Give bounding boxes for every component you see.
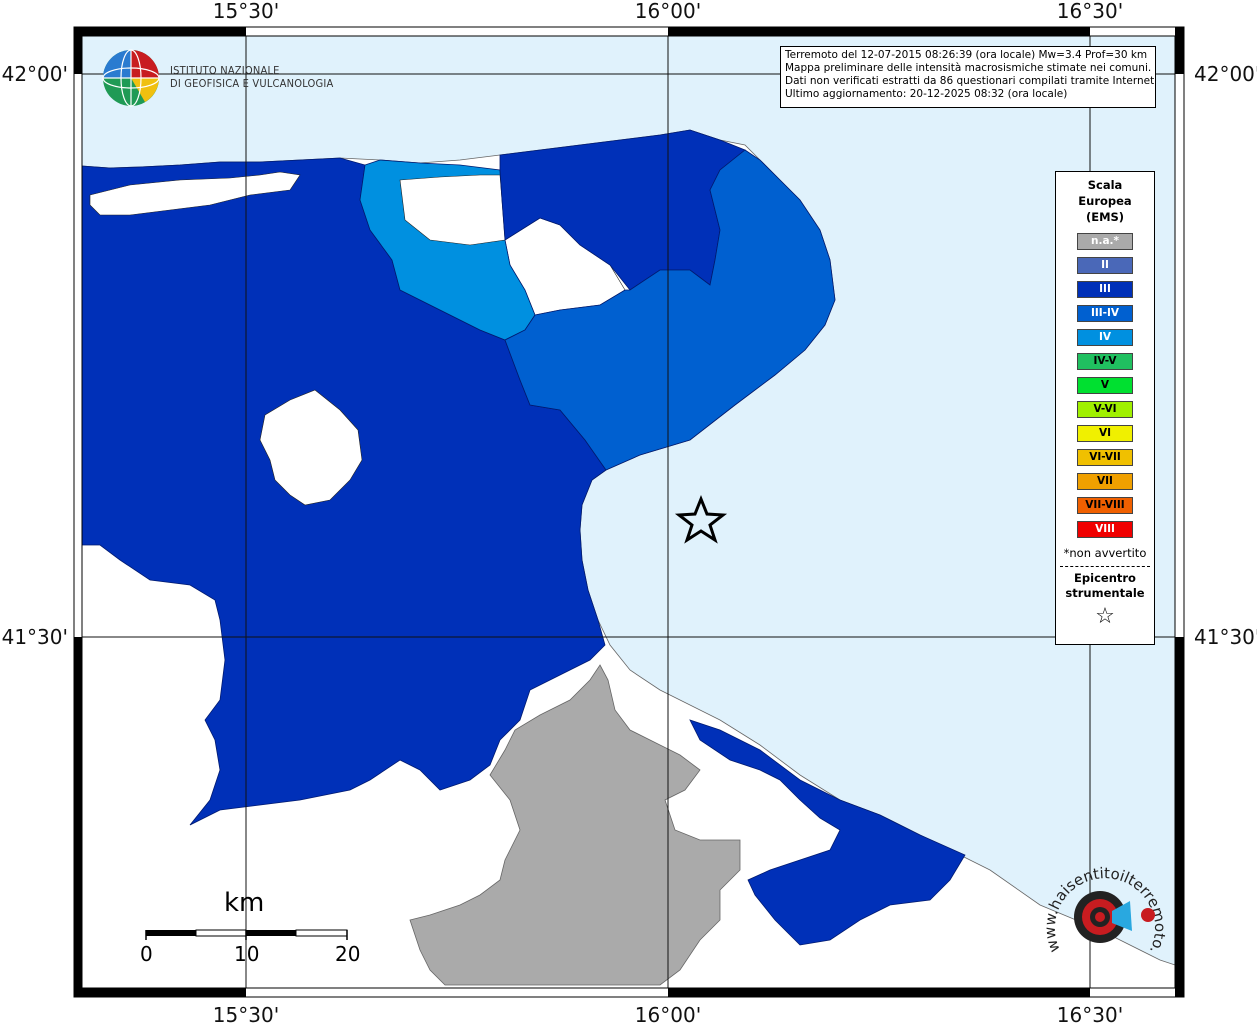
legend-item: IV-V: [1077, 353, 1133, 370]
event-info-line1: Terremoto del 12-07-2015 08:26:39 (ora l…: [785, 49, 1148, 61]
lon-label-bottom-3: 16°30': [1057, 1003, 1123, 1024]
event-info-line4: Ultimo aggiornamento: 20-12-2025 08:32 (…: [785, 88, 1068, 100]
legend-epicenter-line1: Epicentro: [1074, 571, 1136, 585]
lat-label-left-1: 42°00': [2, 62, 68, 86]
institute-name: ISTITUTO NAZIONALE DI GEOFISICA E VULCAN…: [170, 64, 333, 90]
legend-title-line3: (EMS): [1085, 210, 1125, 224]
scale-tick-10: 10: [234, 942, 260, 966]
legend-star-icon: ☆: [1095, 604, 1115, 629]
lon-label-top-1: 15°30': [213, 0, 279, 23]
legend-epicenter-label: Epicentro strumentale: [1056, 571, 1154, 601]
legend-item: III-IV: [1077, 305, 1133, 322]
legend-items: n.a.* II III III-IV IV IV-V V V-VI VI VI-VII VII VI…: [1056, 233, 1154, 538]
haisentito-logo-icon[interactable]: www.haisentitoilterremoto.it: [1040, 855, 1170, 985]
legend-epicenter-line2: strumentale: [1065, 586, 1145, 600]
legend-item: III: [1077, 281, 1133, 298]
legend-item: VI-VII: [1077, 449, 1133, 466]
legend-divider: [1060, 566, 1150, 567]
legend-title-line1: Scala: [1087, 178, 1123, 192]
scale-tick-0: 0: [140, 942, 153, 966]
legend-item: VII-VIII: [1077, 497, 1133, 514]
legend-item: IV: [1077, 329, 1133, 346]
legend-item: VII: [1077, 473, 1133, 490]
lon-label-top-3: 16°30': [1057, 0, 1123, 23]
legend-note: *non avvertito: [1063, 546, 1147, 560]
ingv-logo-icon: [102, 49, 160, 107]
legend-item: V: [1077, 377, 1133, 394]
legend-item: VI: [1077, 425, 1133, 442]
event-info-box: Terremoto del 12-07-2015 08:26:39 (ora l…: [780, 46, 1156, 108]
legend-item: V-VI: [1077, 401, 1133, 418]
lon-label-bottom-2: 16°00': [635, 1003, 701, 1024]
legend-title: Scala Europea (EMS): [1056, 177, 1154, 225]
lon-label-top-2: 16°00': [635, 0, 701, 23]
institute-name-line2: DI GEOFISICA E VULCANOLOGIA: [170, 77, 334, 90]
lon-label-bottom-1: 15°30': [213, 1003, 279, 1024]
legend-title-line2: Europea: [1078, 194, 1132, 208]
scale-unit: km: [224, 888, 265, 918]
lat-label-right-2: 41°30': [1194, 625, 1257, 649]
event-info-line2: Mappa preliminare delle intensità macros…: [785, 62, 1152, 74]
legend-item: VIII: [1077, 521, 1133, 538]
legend-item: n.a.*: [1077, 233, 1133, 250]
lat-label-right-1: 42°00': [1194, 62, 1257, 86]
lat-label-left-2: 41°30': [2, 625, 68, 649]
intensity-legend: Scala Europea (EMS) n.a.* II III III-IV IV IV…: [1055, 171, 1155, 645]
institute-name-line1: ISTITUTO NAZIONALE: [170, 64, 280, 77]
legend-item: II: [1077, 257, 1133, 274]
event-info-line3: Dati non verificati estratti da 86 quest…: [785, 75, 1156, 87]
scale-tick-20: 20: [335, 942, 361, 966]
